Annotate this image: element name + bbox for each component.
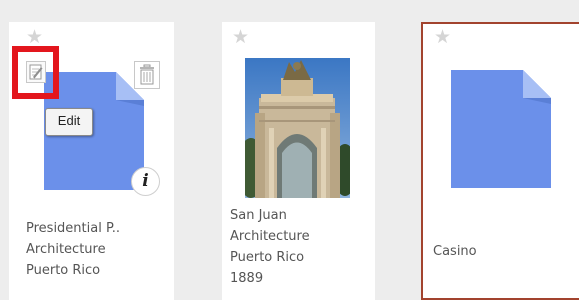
caption-line: Presidential P.. [26, 221, 121, 236]
file-card-selected[interactable]: ★ Casino [421, 22, 579, 300]
caption-line: Architecture [230, 229, 310, 244]
file-caption: Presidential P.. Architecture Puerto Ric… [26, 218, 120, 281]
file-card[interactable]: ★ San Juan Architecture Puerto Rico 1889 [222, 22, 375, 300]
star-icon[interactable]: ★ [434, 28, 451, 47]
delete-button[interactable] [134, 61, 160, 89]
caption-line: Architecture [26, 242, 106, 257]
file-card[interactable]: ★ Edit i Presidential P.. Architecture P… [9, 22, 174, 300]
star-icon[interactable]: ★ [26, 28, 43, 47]
file-caption: San Juan Architecture Puerto Rico 1889 [230, 205, 310, 289]
trash-icon [140, 64, 154, 85]
caption-line: 1889 [230, 271, 264, 286]
edit-button[interactable] [26, 61, 46, 83]
edit-tooltip: Edit [45, 108, 93, 136]
caption-line: Casino [433, 244, 477, 259]
caption-line: Puerto Rico [230, 250, 305, 265]
document-thumbnail[interactable] [451, 70, 551, 188]
info-icon[interactable]: i [131, 167, 160, 196]
photo-thumbnail[interactable] [245, 58, 350, 198]
file-caption: Casino [433, 241, 477, 262]
edit-icon [29, 64, 43, 80]
star-icon[interactable]: ★ [232, 28, 249, 47]
caption-line: Puerto Rico [26, 263, 101, 278]
caption-line: San Juan [230, 208, 287, 223]
